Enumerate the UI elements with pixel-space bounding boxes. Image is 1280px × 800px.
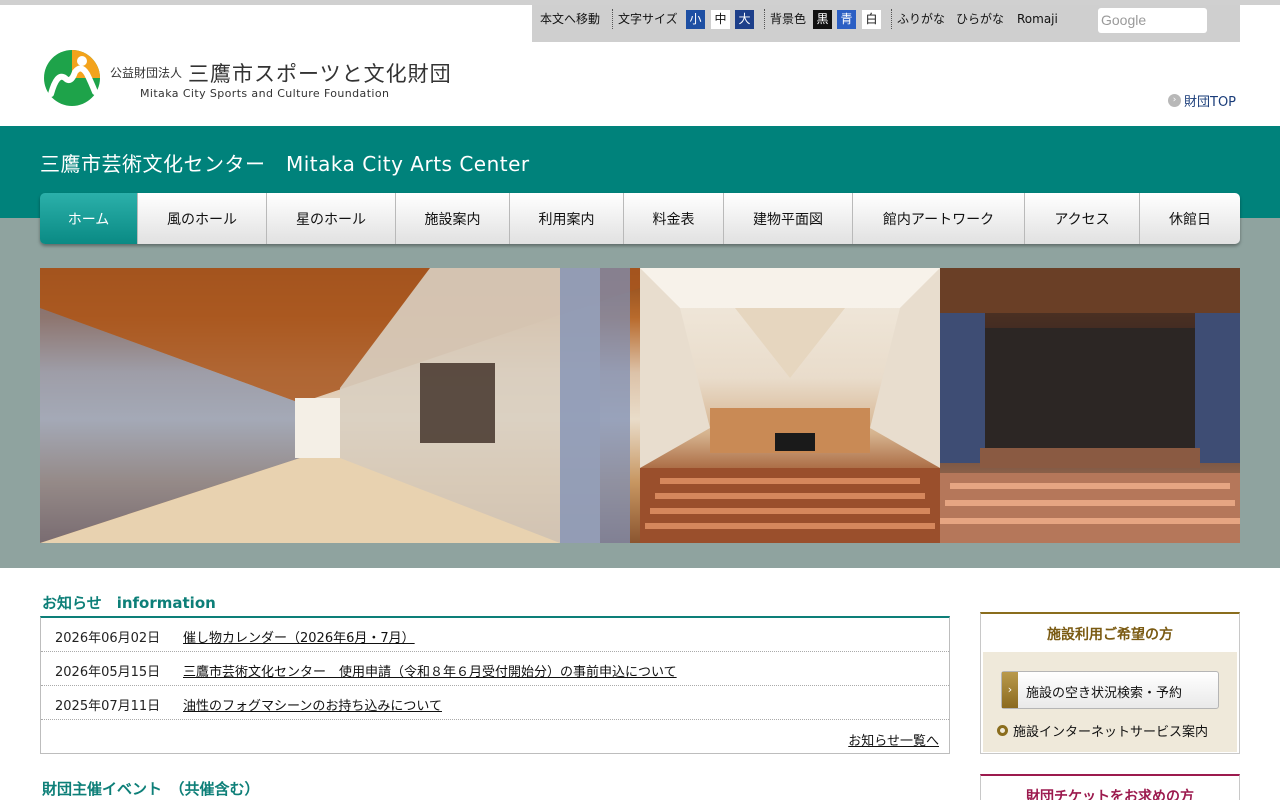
info-date: 2026年06月02日 — [55, 631, 161, 646]
nav-home[interactable]: ホーム — [40, 193, 138, 244]
divider — [891, 9, 892, 29]
info-link[interactable]: 油性のフォグマシーンのお持ち込みについて — [183, 695, 442, 714]
google-search-input[interactable]: Google — [1098, 8, 1207, 33]
skip-to-content-link[interactable]: 本文へ移動 — [540, 11, 600, 27]
search-placeholder: Google — [1101, 12, 1147, 28]
nav-artwork[interactable]: 館内アートワーク — [853, 193, 1025, 244]
bg-blue-button[interactable]: 青 — [837, 10, 856, 29]
font-size-large-button[interactable]: 大 — [735, 10, 754, 29]
logo-org-name: 三鷹市スポーツと文化財団 — [188, 62, 452, 86]
ticket-box: 財団チケットをお求めの方 — [980, 774, 1240, 800]
nav-wind-hall[interactable]: 風のホール — [138, 193, 267, 244]
chevron-right-icon: › — [1168, 94, 1181, 107]
info-link[interactable]: 三鷹市芸術文化センター 使用申請（令和８年６月受付開始分）の事前申込について — [183, 661, 677, 680]
internet-service-link[interactable]: 施設インターネットサービス案内 — [997, 721, 1208, 740]
star-hall-photo — [940, 268, 1240, 543]
corridor-photo — [40, 268, 640, 543]
hero-gallery — [40, 268, 1240, 543]
furigana-link[interactable]: ふりがな — [897, 11, 945, 27]
nav-usage-guide[interactable]: 利用案内 — [510, 193, 624, 244]
info-item: 2025年07月11日 油性のフォグマシーンのお持ち込みについて — [41, 686, 949, 720]
logo-org-name-en: Mitaka City Sports and Culture Foundatio… — [140, 87, 390, 100]
bg-white-button[interactable]: 白 — [862, 10, 881, 29]
wind-hall-photo — [640, 268, 940, 543]
nav-facilities[interactable]: 施設案内 — [396, 193, 510, 244]
logo-org-type: 公益財団法人 — [110, 66, 183, 80]
info-section-title: お知らせ information — [42, 594, 216, 612]
info-item: 2026年05月15日 三鷹市芸術文化センター 使用申請（令和８年６月受付開始分… — [41, 652, 949, 686]
nav-access[interactable]: アクセス — [1025, 193, 1140, 244]
info-date: 2025年07月11日 — [55, 699, 161, 714]
nav-fees[interactable]: 料金表 — [624, 193, 724, 244]
info-date: 2026年05月15日 — [55, 665, 161, 680]
facility-use-box: 施設利用ご希望の方 › 施設の空き状況検索・予約 施設インターネットサービス案内 — [980, 612, 1240, 754]
divider — [612, 9, 613, 29]
facility-use-panel: › 施設の空き状況検索・予約 施設インターネットサービス案内 — [983, 652, 1237, 752]
info-more-link[interactable]: お知らせ一覧へ — [848, 730, 939, 749]
info-item: 2026年06月02日 催し物カレンダー（2026年6月・7月） — [41, 618, 949, 652]
ticket-box-title: 財団チケットをお求めの方 — [1026, 789, 1194, 800]
nav-closed-days[interactable]: 休館日 — [1140, 193, 1240, 244]
background-color-label: 背景色 — [770, 12, 807, 26]
nav-star-hall[interactable]: 星のホール — [267, 193, 396, 244]
utility-bar: 本文へ移動 文字サイズ 小 中 大 背景色 黒 青 白 ふりがな ひらがな Ro… — [532, 5, 1240, 42]
site-title: 三鷹市芸術文化センター Mitaka City Arts Center — [40, 152, 530, 176]
hiragana-link[interactable]: ひらがな — [956, 11, 1004, 27]
main-nav: ホーム 風のホール 星のホール 施設案内 利用案内 料金表 建物平面図 館内アー… — [40, 193, 1240, 244]
font-size-medium-button[interactable]: 中 — [711, 10, 730, 29]
facility-use-title: 施設利用ご希望の方 — [1047, 627, 1173, 643]
availability-search-button[interactable]: › 施設の空き状況検索・予約 — [1001, 671, 1219, 709]
bg-black-button[interactable]: 黒 — [813, 10, 832, 29]
internet-service-label: 施設インターネットサービス案内 — [1013, 725, 1209, 740]
romaji-link[interactable]: Romaji — [1017, 11, 1058, 27]
foundation-top-label: 財団TOP — [1184, 95, 1237, 110]
ring-bullet-icon — [997, 725, 1008, 736]
nav-floor-plan[interactable]: 建物平面図 — [724, 193, 853, 244]
events-section-title: 財団主催イベント （共催含む） — [42, 780, 260, 798]
info-link[interactable]: 催し物カレンダー（2026年6月・7月） — [183, 627, 415, 646]
info-list: 2026年06月02日 催し物カレンダー（2026年6月・7月） 2026年05… — [40, 616, 950, 754]
foundation-top-link[interactable]: › 財団TOP — [1168, 91, 1236, 110]
font-size-small-button[interactable]: 小 — [686, 10, 705, 29]
divider — [764, 9, 765, 29]
foundation-logo-icon[interactable] — [43, 48, 101, 108]
availability-search-label: 施設の空き状況検索・予約 — [1026, 686, 1183, 701]
font-size-label: 文字サイズ — [618, 12, 678, 26]
chevron-right-icon: › — [1002, 672, 1018, 708]
